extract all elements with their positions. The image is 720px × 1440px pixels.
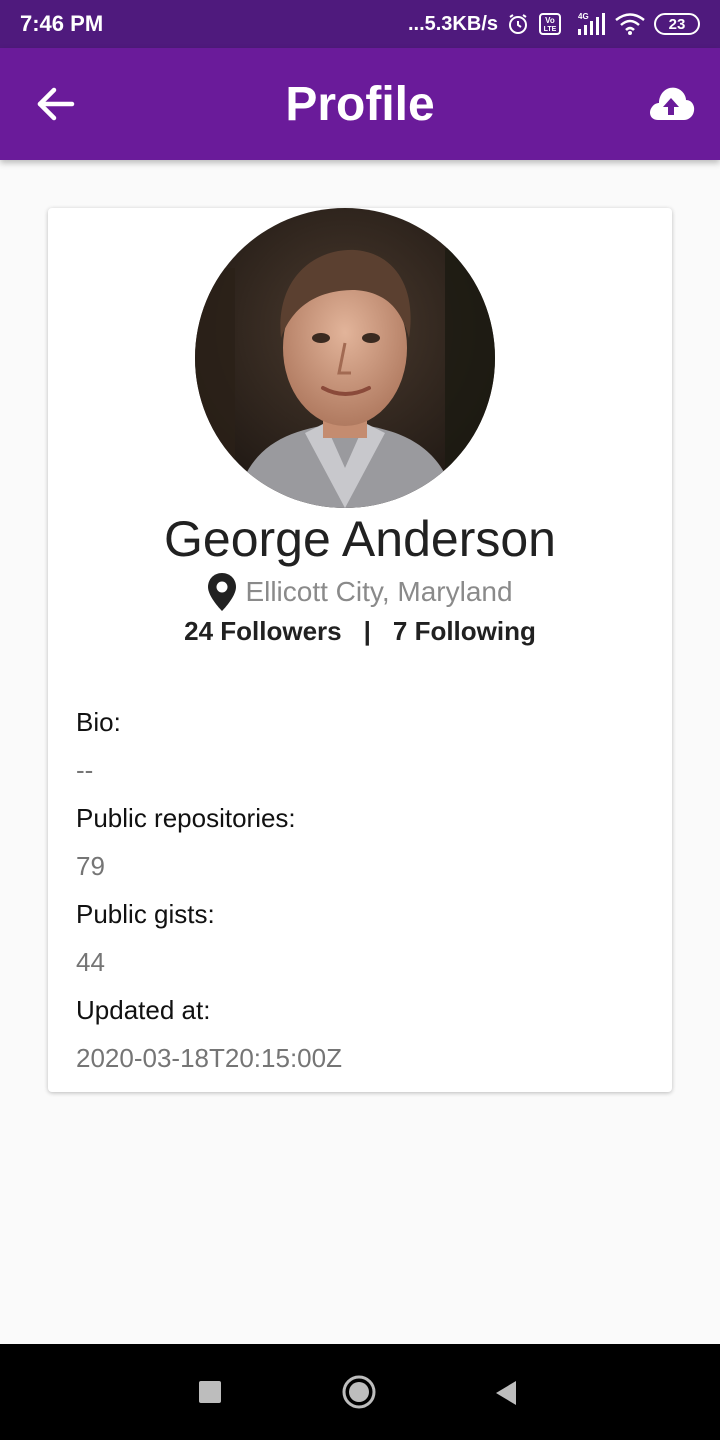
repos-value: 79 bbox=[76, 851, 105, 881]
status-bar: 7:46 PM ...5.3KB/s Vo LTE 4G 23 bbox=[0, 0, 720, 48]
back-button[interactable] bbox=[34, 84, 78, 124]
circle-icon bbox=[342, 1375, 376, 1409]
wifi-icon bbox=[614, 12, 646, 36]
location-row: Ellicott City, Maryland bbox=[48, 572, 672, 612]
system-nav-bar bbox=[0, 1344, 720, 1440]
volte-icon: Vo LTE bbox=[538, 12, 562, 36]
home-button[interactable] bbox=[341, 1374, 377, 1415]
profile-details: Bio: -- Public repositories: 79 Public g… bbox=[76, 704, 644, 1088]
page-title: Profile bbox=[285, 77, 435, 131]
bio-value: -- bbox=[76, 755, 94, 785]
svg-text:LTE: LTE bbox=[544, 26, 557, 33]
triangle-back-icon bbox=[496, 1381, 516, 1405]
gists-value: 44 bbox=[76, 947, 105, 977]
cloud-upload-icon bbox=[650, 87, 695, 120]
updated-label: Updated at: bbox=[76, 995, 211, 1025]
avatar bbox=[195, 208, 495, 508]
profile-card: George Anderson Ellicott City, Maryland … bbox=[48, 208, 672, 1092]
upload-button[interactable] bbox=[646, 82, 696, 126]
svg-text:Vo: Vo bbox=[545, 16, 555, 25]
status-time: 7:46 PM bbox=[20, 11, 104, 36]
followers-count[interactable]: 24 Followers bbox=[184, 616, 342, 647]
repos-label: Public repositories: bbox=[76, 803, 296, 833]
follow-stats: 24 Followers | 7 Following bbox=[48, 616, 672, 647]
square-icon bbox=[199, 1381, 221, 1403]
arrow-left-icon bbox=[37, 87, 75, 121]
follow-separator: | bbox=[363, 616, 371, 646]
status-icons: ...5.3KB/s Vo LTE 4G 23 bbox=[408, 11, 700, 37]
cell-signal-icon: 4G bbox=[570, 11, 606, 37]
location-pin-icon bbox=[208, 573, 237, 611]
avatar-photo bbox=[195, 208, 495, 508]
network-speed: ...5.3KB/s bbox=[407, 12, 498, 35]
bio-label: Bio: bbox=[76, 707, 121, 737]
gists-label: Public gists: bbox=[76, 899, 215, 929]
updated-value: 2020-03-18T20:15:00Z bbox=[76, 1043, 342, 1073]
location-text: Ellicott City, Maryland bbox=[245, 576, 513, 607]
profile-name: George Anderson bbox=[164, 511, 556, 567]
recents-button[interactable] bbox=[198, 1380, 222, 1409]
following-count[interactable]: 7 Following bbox=[393, 616, 536, 647]
svg-text:4G: 4G bbox=[578, 12, 589, 21]
app-bar: Profile bbox=[0, 48, 720, 160]
alarm-icon bbox=[506, 12, 530, 36]
battery-icon: 23 bbox=[654, 13, 700, 35]
nav-back-button[interactable] bbox=[494, 1380, 518, 1411]
